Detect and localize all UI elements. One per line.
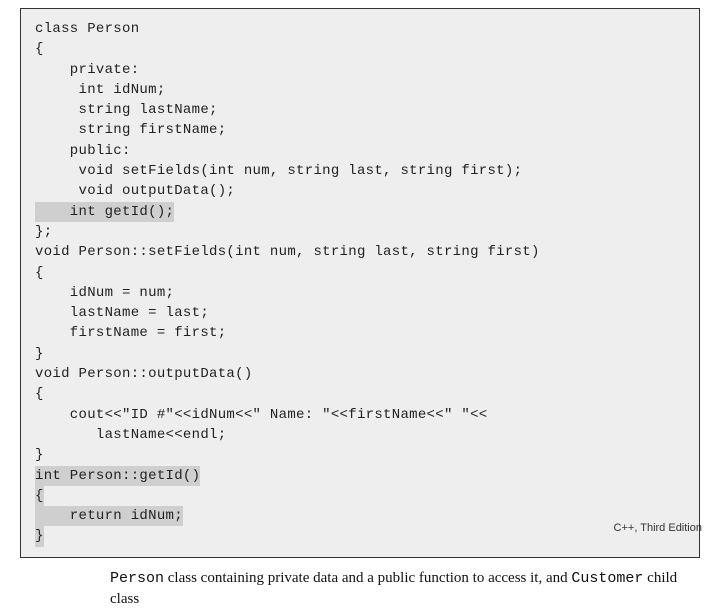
code-line-highlight: int getId(); <box>35 202 685 222</box>
caption-mono-person: Person <box>110 570 164 587</box>
code-line: string firstName; <box>35 120 685 140</box>
code-line: string lastName; <box>35 100 685 120</box>
code-line-highlight: return idNum; <box>35 506 685 526</box>
code-line-highlight: } <box>35 526 685 546</box>
code-line: void Person::outputData() <box>35 364 685 384</box>
code-line: { <box>35 39 685 59</box>
code-line: void setFields(int num, string last, str… <box>35 161 685 181</box>
code-line: int idNum; <box>35 80 685 100</box>
code-line: private: <box>35 60 685 80</box>
code-line: lastName<<endl; <box>35 425 685 445</box>
code-line: } <box>35 344 685 364</box>
code-line: class Person <box>35 19 685 39</box>
code-line: idNum = num; <box>35 283 685 303</box>
code-line: lastName = last; <box>35 303 685 323</box>
code-line: void Person::setFields(int num, string l… <box>35 242 685 262</box>
code-line-highlight: int Person::getId() <box>35 466 685 486</box>
code-box: class Person { private: int idNum; strin… <box>20 8 700 558</box>
code-line: firstName = first; <box>35 323 685 343</box>
caption-mono-customer: Customer <box>571 570 643 587</box>
code-line: { <box>35 384 685 404</box>
code-line: } <box>35 445 685 465</box>
code-line: public: <box>35 141 685 161</box>
code-line: cout<<"ID #"<<idNum<<" Name: "<<firstNam… <box>35 405 685 425</box>
code-line: void outputData(); <box>35 181 685 201</box>
caption-text: class containing private data and a publ… <box>164 570 571 586</box>
code-line: { <box>35 263 685 283</box>
code-line-highlight: { <box>35 486 685 506</box>
footer-fragment: C++, Third Edition <box>614 522 702 534</box>
figure-caption: Person class containing private data and… <box>110 568 690 609</box>
code-line: }; <box>35 222 685 242</box>
